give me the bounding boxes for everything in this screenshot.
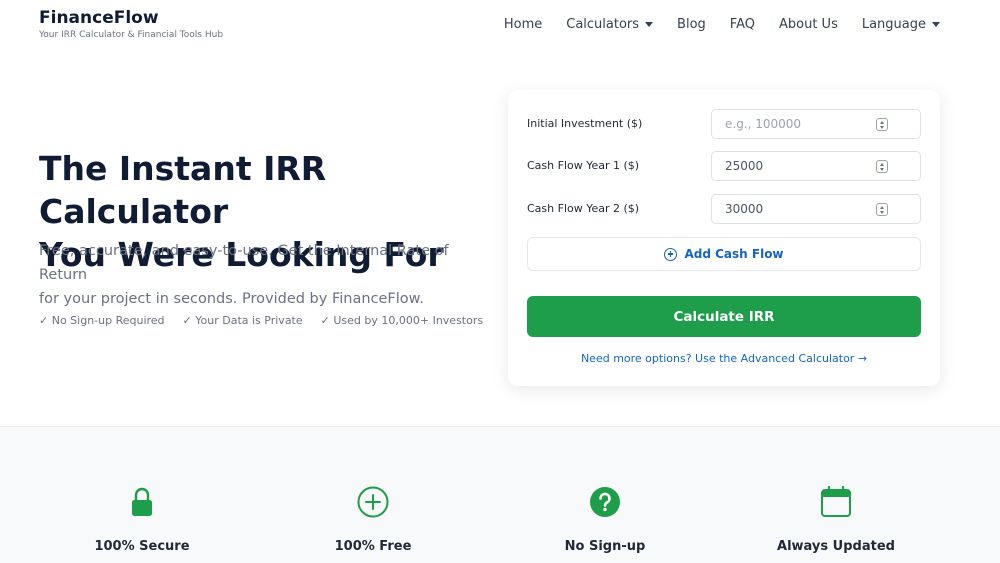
- nav-blog-label: Blog: [677, 16, 706, 32]
- cash-flow-year-2-input[interactable]: 30000: [711, 194, 921, 224]
- feature-no-signup-label: No Sign-up: [564, 539, 646, 554]
- caret-down-icon: [645, 21, 654, 27]
- feature-always-updated-label: Always Updated: [777, 539, 895, 554]
- irr-calculator-card: Initial Investment ($) e.g., 100000 Cash…: [508, 90, 940, 386]
- nav-home[interactable]: Home: [504, 17, 542, 32]
- nav-faq-label: FAQ: [729, 16, 755, 32]
- cash-flow-year-2-label: Cash Flow Year 2 ($): [527, 202, 640, 215]
- caret-down-icon: [932, 21, 940, 27]
- initial-investment-row: Initial Investment ($) e.g., 100000: [527, 109, 921, 139]
- nav-language[interactable]: Language: [862, 17, 940, 32]
- nav-home-label: Home: [503, 16, 543, 32]
- nav-calculators-label: Calculators: [566, 16, 640, 32]
- cash-flow-year-1-row: Cash Flow Year 1 ($) 25000: [527, 151, 921, 181]
- lock-icon: [126, 486, 158, 518]
- plus-circle-icon: [357, 486, 389, 518]
- check-used-by: ✓ Used by 10,000+ Investors: [320, 314, 484, 327]
- nav-faq[interactable]: FAQ: [730, 17, 755, 32]
- nav-calculators[interactable]: Calculators: [566, 16, 654, 32]
- question-circle-icon: [589, 486, 621, 518]
- hero-section: The Instant IRR Calculator You Were Look…: [0, 50, 1000, 426]
- number-spinner-icon[interactable]: [876, 203, 888, 216]
- hero-subtitle-line-1: Free, accurate, and easy-to-use. Get the…: [39, 243, 449, 283]
- number-spinner-icon[interactable]: [876, 160, 888, 173]
- feature-secure-label: 100% Secure: [94, 539, 190, 554]
- hero-subtitle-line-2: for your project in seconds. Provided by…: [39, 291, 424, 307]
- add-cash-flow-button[interactable]: Add Cash Flow: [527, 237, 921, 271]
- initial-investment-label: Initial Investment ($): [527, 117, 643, 130]
- advanced-calculator-link[interactable]: Need more options? Use the Advanced Calc…: [508, 352, 940, 365]
- nav-blog[interactable]: Blog: [677, 17, 706, 32]
- calculate-irr-button[interactable]: Calculate IRR: [527, 296, 921, 337]
- main-nav: Home Calculators Blog FAQ About Us Langu…: [480, 0, 940, 48]
- cash-flow-year-1-input[interactable]: 25000: [711, 151, 921, 181]
- number-spinner-icon[interactable]: [876, 118, 888, 131]
- nav-about-us[interactable]: About Us: [779, 17, 838, 32]
- initial-investment-placeholder: e.g., 100000: [725, 117, 802, 131]
- hero-subtitle: Free, accurate, and easy-to-use. Get the…: [39, 239, 479, 311]
- brand-tagline: Your IRR Calculator & Financial Tools Hu…: [39, 30, 224, 40]
- brand[interactable]: FinanceFlow Your IRR Calculator & Financ…: [39, 8, 223, 41]
- cash-flow-year-2-value: 30000: [725, 202, 764, 216]
- initial-investment-input[interactable]: e.g., 100000: [711, 109, 921, 139]
- hero-title-line-1: The Instant IRR Calculator: [39, 149, 327, 231]
- add-cash-flow-label: Add Cash Flow: [684, 247, 784, 261]
- features-section: 100% Secure 100% Free No Sign-up Always …: [0, 426, 1000, 563]
- nav-language-label: Language: [861, 16, 926, 32]
- site-header: FinanceFlow Your IRR Calculator & Financ…: [0, 0, 1000, 50]
- cash-flow-year-2-row: Cash Flow Year 2 ($) 30000: [527, 194, 921, 224]
- calendar-icon: [820, 486, 852, 518]
- check-no-signup: ✓ No Sign-up Required: [39, 314, 165, 327]
- plus-circle-icon: [664, 247, 678, 261]
- trust-checks: ✓ No Sign-up Required ✓ Your Data is Pri…: [39, 314, 483, 327]
- check-data-private: ✓ Your Data is Private: [182, 314, 303, 327]
- cash-flow-year-1-label: Cash Flow Year 1 ($): [527, 159, 640, 172]
- brand-name[interactable]: FinanceFlow: [39, 8, 223, 28]
- feature-free-label: 100% Free: [334, 539, 412, 554]
- cash-flow-year-1-value: 25000: [725, 159, 764, 173]
- nav-about-us-label: About Us: [778, 16, 838, 32]
